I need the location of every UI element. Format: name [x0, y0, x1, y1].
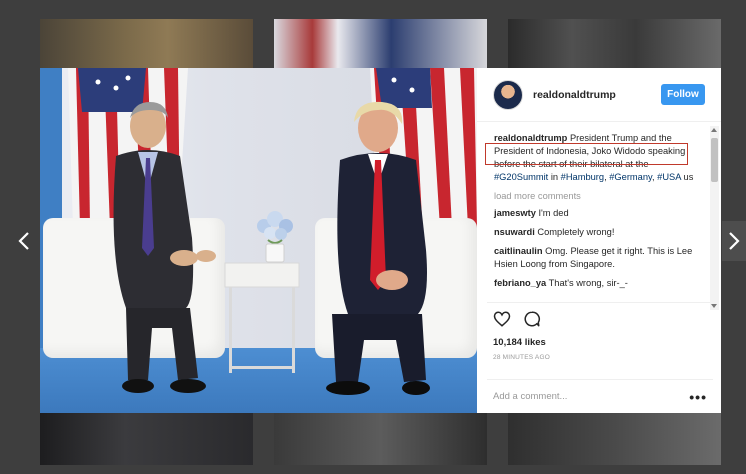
person-right — [326, 101, 430, 395]
chevron-left-icon — [18, 232, 29, 250]
heart-icon — [493, 310, 511, 327]
comment-item: jameswty I'm ded — [494, 207, 699, 220]
feed-thumbnail[interactable] — [274, 413, 487, 465]
next-post-button[interactable] — [722, 221, 746, 261]
avatar[interactable] — [493, 79, 523, 110]
comment-text: I'm ded — [538, 208, 569, 218]
feed-thumbnail[interactable] — [40, 413, 253, 465]
feed-thumbnail[interactable] — [508, 19, 721, 69]
chevron-right-icon — [729, 232, 740, 250]
feed-thumbnail[interactable] — [274, 19, 487, 69]
scroll-up-arrow-icon[interactable] — [711, 128, 717, 132]
annotation-highlight-box — [485, 143, 688, 165]
add-comment-bar: ••• — [487, 379, 713, 413]
feed-thumbnail[interactable] — [508, 413, 721, 465]
load-more-comments-link[interactable]: load more comments — [494, 191, 705, 201]
feed-thumbnail[interactable] — [40, 19, 253, 69]
post-actions: 10,184 likes 28 MINUTES AGO — [487, 302, 713, 378]
person-left — [113, 102, 216, 393]
like-button[interactable] — [493, 310, 511, 333]
like-count[interactable]: 10,184 likes — [493, 337, 707, 348]
add-comment-input[interactable] — [493, 391, 690, 402]
comment-username[interactable]: jameswty — [494, 208, 536, 218]
comment-username[interactable]: caitlinaulin — [494, 246, 543, 256]
comment-item: febriano_ya That's wrong, sir-_- — [494, 277, 699, 290]
comment-item: nsuwardi Completely wrong! — [494, 226, 699, 239]
comment-item: caitlinaulin Omg. Please get it right. T… — [494, 245, 699, 271]
comment-username[interactable]: febriano_ya — [494, 278, 546, 288]
comment-text: That's wrong, sir-_- — [548, 278, 628, 288]
comments-list[interactable]: realdonaldtrump President Trump and the … — [477, 122, 721, 302]
comment-bubble-icon — [524, 310, 540, 326]
hashtag-link[interactable]: #Germany — [609, 172, 652, 182]
caption-text: President Trump and the — [567, 133, 672, 143]
post-photo — [40, 68, 477, 413]
comment-text: Completely wrong! — [537, 227, 615, 237]
post-timestamp: 28 MINUTES AGO — [493, 354, 550, 361]
hashtag-link[interactable]: #G20Summit — [494, 172, 548, 182]
hashtag-link[interactable]: #USA — [657, 172, 681, 182]
previous-post-button[interactable] — [12, 221, 36, 261]
post-username[interactable]: realdonaldtrump — [533, 89, 661, 101]
hashtag-link[interactable]: #Hamburg — [561, 172, 604, 182]
post-details-panel: realdonaldtrump Follow realdonaldtrump P… — [477, 68, 721, 413]
caption-text: in — [548, 172, 561, 182]
follow-button[interactable]: Follow — [661, 84, 705, 105]
post-modal: realdonaldtrump Follow realdonaldtrump P… — [40, 68, 721, 413]
scrollbar-thumb[interactable] — [711, 138, 718, 182]
post-header: realdonaldtrump Follow — [477, 68, 721, 122]
comment-username[interactable]: nsuwardi — [494, 227, 535, 237]
caption-username[interactable]: realdonaldtrump — [494, 133, 567, 143]
scroll-down-arrow-icon[interactable] — [711, 304, 717, 308]
comment-button[interactable] — [523, 310, 541, 333]
comments-scrollbar[interactable] — [710, 126, 719, 310]
more-options-icon[interactable]: ••• — [689, 389, 707, 405]
caption-text: us — [680, 172, 694, 182]
